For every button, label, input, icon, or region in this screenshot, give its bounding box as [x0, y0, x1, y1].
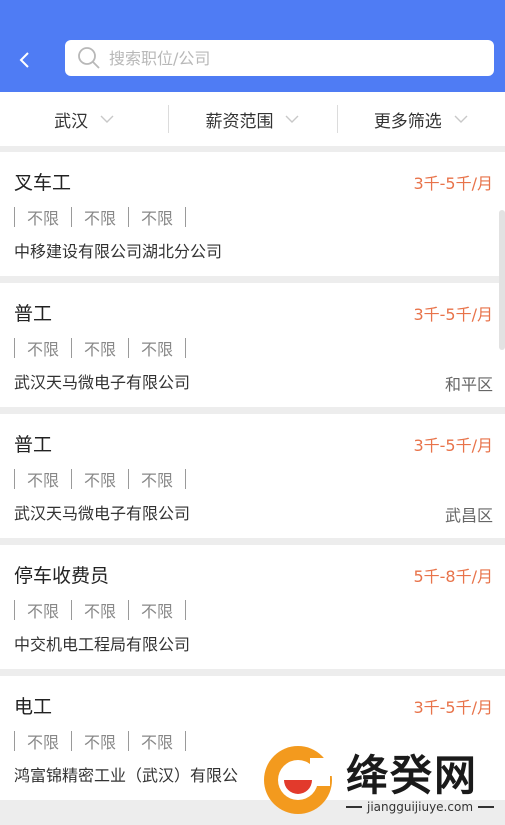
- tag-divider: [185, 207, 187, 227]
- job-title: 普工: [14, 303, 53, 325]
- job-salary: 3千-5千/月: [413, 436, 493, 455]
- job-tag: 不限: [141, 471, 174, 490]
- tag-divider: [185, 600, 187, 620]
- tag-divider: [185, 469, 187, 489]
- filter-salary[interactable]: 薪资范围: [168, 92, 336, 146]
- job-tags: 不限 不限 不限: [14, 598, 187, 622]
- job-tag: 不限: [84, 209, 117, 228]
- job-tag: 不限: [84, 733, 117, 752]
- job-company: 中交机电工程局有限公司: [14, 635, 191, 654]
- job-tag: 不限: [84, 340, 117, 359]
- job-title: 普工: [14, 434, 53, 456]
- search-bar[interactable]: [65, 40, 494, 76]
- job-title: 电工: [14, 696, 53, 718]
- job-company: 鸿富锦精密工业（武汉）有限公: [14, 766, 239, 785]
- filter-more-label: 更多筛选: [373, 111, 442, 132]
- job-title: 停车收费员: [14, 565, 110, 587]
- job-tag: 不限: [27, 209, 60, 228]
- search-icon: [78, 47, 100, 69]
- job-tag: 不限: [141, 209, 174, 228]
- tag-divider: [185, 338, 187, 358]
- brand-url: jiangguijiuye.com: [367, 800, 474, 814]
- filter-bar: 武汉 薪资范围 更多筛选: [0, 92, 505, 146]
- job-salary: 3千-5千/月: [413, 174, 493, 193]
- job-tags: 不限 不限 不限: [14, 467, 187, 491]
- job-card[interactable]: 停车收费员 5千-8千/月 不限 不限 不限 中交机电工程局有限公司: [0, 545, 505, 669]
- job-card[interactable]: 普工 3千-5千/月 不限 不限 不限 武汉天马微电子有限公司 武昌区: [0, 414, 505, 538]
- brand-name: 绛癸网: [346, 751, 479, 800]
- job-district: 武昌区: [444, 506, 493, 525]
- job-tag: 不限: [141, 602, 174, 621]
- scrollbar[interactable]: [499, 210, 505, 350]
- job-salary: 5千-8千/月: [413, 567, 493, 586]
- job-tag: 不限: [84, 471, 117, 490]
- filter-city[interactable]: 武汉: [0, 92, 168, 146]
- divider-line: [346, 806, 362, 808]
- job-tag: 不限: [84, 602, 117, 621]
- job-tag: 不限: [27, 602, 60, 621]
- job-tags: 不限 不限 不限: [14, 729, 187, 753]
- filter-salary-label: 薪资范围: [205, 111, 274, 132]
- job-company: 武汉天马微电子有限公司: [14, 504, 191, 523]
- chevron-down-icon: [100, 115, 114, 123]
- top-header: [0, 0, 505, 92]
- job-salary: 3千-5千/月: [413, 305, 493, 324]
- job-tag: 不限: [27, 340, 60, 359]
- watermark-logo: 绛癸网 jiangguijiuye.com: [252, 738, 505, 825]
- tag-divider: [185, 731, 187, 751]
- job-card[interactable]: 普工 3千-5千/月 不限 不限 不限 武汉天马微电子有限公司 和平区: [0, 283, 505, 407]
- divider-line: [478, 806, 495, 808]
- brand-logo-icon: [264, 746, 336, 814]
- job-tags: 不限 不限 不限: [14, 205, 187, 229]
- job-company: 武汉天马微电子有限公司: [14, 373, 191, 392]
- job-tag: 不限: [141, 340, 174, 359]
- chevron-down-icon: [285, 115, 299, 123]
- chevron-down-icon: [454, 115, 468, 123]
- job-title: 叉车工: [14, 172, 72, 194]
- job-company: 中移建设有限公司湖北分公司: [14, 242, 223, 261]
- job-tag: 不限: [27, 471, 60, 490]
- job-tag: 不限: [27, 733, 60, 752]
- job-card[interactable]: 叉车工 3千-5千/月 不限 不限 不限 中移建设有限公司湖北分公司: [0, 152, 505, 276]
- job-salary: 3千-5千/月: [413, 698, 493, 717]
- brand-url-row: jiangguijiuye.com: [346, 800, 495, 814]
- job-list: 叉车工 3千-5千/月 不限 不限 不限 中移建设有限公司湖北分公司 普工 3千…: [0, 152, 505, 807]
- search-input[interactable]: [109, 48, 469, 68]
- job-tags: 不限 不限 不限: [14, 336, 187, 360]
- job-tag: 不限: [141, 733, 174, 752]
- filter-more[interactable]: 更多筛选: [336, 92, 505, 146]
- back-button[interactable]: [14, 47, 36, 73]
- filter-city-label: 武汉: [54, 111, 89, 132]
- job-district: 和平区: [444, 375, 493, 394]
- chevron-left-icon: [19, 52, 29, 68]
